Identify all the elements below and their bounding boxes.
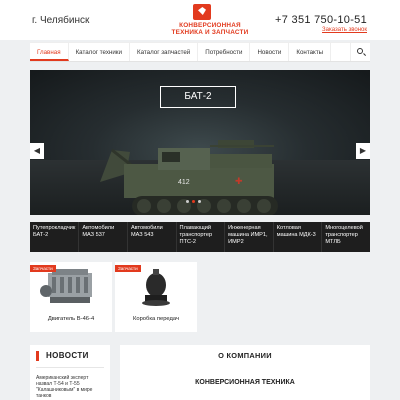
category-mdk-3[interactable]: Котловая машина МДК-3 bbox=[274, 222, 323, 252]
category-label: Плавающий bbox=[179, 225, 212, 231]
nav-item-home[interactable]: Главная bbox=[30, 43, 69, 61]
category-label: Путепрокладчик bbox=[33, 225, 76, 231]
category-label: Котловая bbox=[276, 225, 301, 231]
news-item-line: танков bbox=[36, 393, 52, 399]
chevron-right-icon: ▶ bbox=[359, 146, 367, 155]
category-label: машина ИМР1, bbox=[228, 232, 268, 238]
category-bat-2[interactable]: Путепрокладчик БАТ-2 bbox=[30, 222, 80, 252]
news-panel: НОВОСТИ Американский эксперт назвал Т-54… bbox=[30, 345, 110, 400]
category-mtlb[interactable]: Многоцелевой транспортер МТЛБ bbox=[322, 222, 370, 252]
logo-text-line2: ТЕХНИКА И ЗАПЧАСТИ bbox=[171, 29, 249, 36]
about-heading: О КОМПАНИИ bbox=[218, 351, 272, 360]
city-label[interactable]: г. Челябинск bbox=[32, 15, 89, 26]
about-subheading: КОНВЕРСИОННАЯ ТЕХНИКА bbox=[195, 379, 295, 386]
product-card-gearbox[interactable]: Запчасти Коробка передач bbox=[115, 262, 197, 332]
category-label: Многоцелевой bbox=[325, 225, 363, 231]
phone-number[interactable]: +7 351 750-10-51 bbox=[275, 14, 367, 26]
slider-dot[interactable] bbox=[198, 200, 201, 203]
category-label: Автомобили bbox=[82, 225, 115, 231]
slider-dot-active[interactable] bbox=[192, 200, 195, 203]
category-label: БАТ-2 bbox=[33, 232, 49, 238]
category-label: ИМР2 bbox=[228, 239, 244, 245]
nav-item-parts-catalog[interactable]: Каталог запчастей bbox=[130, 43, 199, 61]
product-name[interactable]: Двигатель В-46-4 bbox=[30, 316, 112, 322]
svg-text:✚: ✚ bbox=[235, 176, 243, 186]
vehicle-number: 412 bbox=[178, 179, 190, 186]
category-label: МТЛБ bbox=[325, 239, 341, 245]
product-name[interactable]: Коробка передач bbox=[115, 316, 197, 322]
category-label: ПТС-2 bbox=[179, 239, 196, 245]
main-nav: Главная Каталог техники Каталог запчасте… bbox=[30, 42, 370, 62]
hero-slider: 412 ✚ БАТ-2 ◀ ▶ bbox=[30, 70, 370, 215]
slider-dot[interactable] bbox=[186, 200, 189, 203]
product-badge: Запчасти bbox=[115, 265, 141, 272]
callback-link[interactable]: Заказать звонок bbox=[322, 27, 367, 33]
about-panel: О КОМПАНИИ КОНВЕРСИОННАЯ ТЕХНИКА bbox=[120, 345, 370, 400]
category-label: машина МДК-3 bbox=[276, 232, 316, 238]
divider bbox=[36, 367, 104, 368]
nav-item-news[interactable]: Новости bbox=[250, 43, 290, 61]
category-label: Автомобили bbox=[130, 225, 163, 231]
category-label: транспортер bbox=[179, 232, 213, 238]
category-imr[interactable]: Инженерная машина ИМР1, ИМР2 bbox=[225, 222, 274, 252]
category-maz-537[interactable]: Автомобили МАЗ 537 bbox=[79, 222, 128, 252]
product-card-engine[interactable]: Запчасти Двигатель В-46-4 bbox=[30, 262, 112, 332]
product-badge: Запчасти bbox=[30, 265, 56, 272]
site-header: г. Челябинск КОНВЕРСИОННАЯ ТЕХНИКА И ЗАП… bbox=[0, 0, 400, 40]
category-label: Инженерная bbox=[228, 225, 261, 231]
search-icon bbox=[357, 48, 363, 54]
chevron-left-icon: ◀ bbox=[33, 146, 41, 155]
logo-text-line1: КОНВЕРСИОННАЯ bbox=[179, 22, 241, 29]
category-bar: Путепрокладчик БАТ-2 Автомобили МАЗ 537 … bbox=[30, 222, 370, 252]
category-maz-543[interactable]: Автомобили МАЗ 543 bbox=[128, 222, 177, 252]
logo[interactable]: КОНВЕРСИОННАЯ ТЕХНИКА И ЗАПЧАСТИ bbox=[165, 4, 255, 36]
category-label: транспортер bbox=[325, 232, 358, 238]
hero-title[interactable]: БАТ-2 bbox=[160, 86, 236, 108]
slider-next-button[interactable]: ▶ bbox=[356, 143, 370, 159]
news-item[interactable]: Американский эксперт назвал Т-54 и Т-55 … bbox=[36, 375, 108, 399]
news-heading: НОВОСТИ bbox=[36, 351, 89, 361]
category-pts-2[interactable]: Плавающий транспортер ПТС-2 bbox=[177, 222, 226, 252]
nav-item-contacts[interactable]: Контакты bbox=[289, 43, 332, 61]
nav-item-needs[interactable]: Потребности bbox=[198, 43, 251, 61]
nav-item-vehicle-catalog[interactable]: Каталог техники bbox=[69, 43, 130, 61]
logo-icon bbox=[193, 4, 211, 20]
category-label: МАЗ 543 bbox=[130, 232, 154, 238]
category-label: МАЗ 537 bbox=[82, 232, 105, 238]
slider-prev-button[interactable]: ◀ bbox=[30, 143, 44, 159]
slider-dots bbox=[186, 200, 216, 204]
search-button[interactable] bbox=[350, 43, 370, 61]
